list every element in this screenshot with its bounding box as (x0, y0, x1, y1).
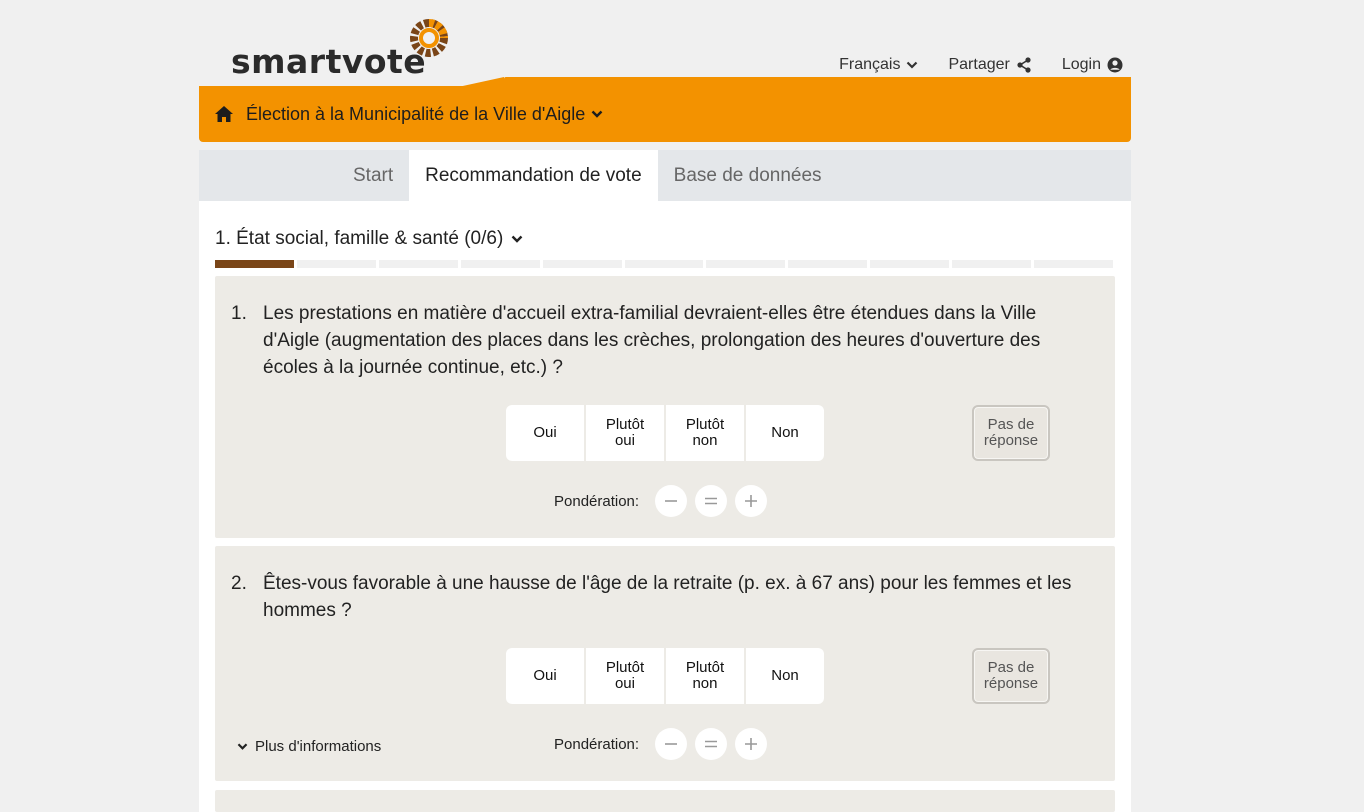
answer-rather-yes-button[interactable]: Plutôt oui (586, 648, 666, 704)
weighting-label: Pondération: (554, 492, 640, 510)
section-title: 1. État social, famille & santé (0/6) (215, 228, 504, 249)
question-card-2: 2. Êtes-vous favorable à une hausse de l… (215, 546, 1115, 781)
answer-yes-button[interactable]: Oui (506, 405, 586, 461)
tab-base-de-donnees[interactable]: Base de données (658, 150, 838, 201)
weight-plus-button[interactable] (735, 728, 768, 760)
tab-recommandation-de-vote[interactable]: Recommandation de vote (409, 150, 658, 201)
answer-options: Oui Plutôt oui Plutôt non Non (506, 648, 824, 704)
main-tabs: Start Recommandation de vote Base de don… (199, 150, 1131, 201)
share-label: Partager (948, 56, 1010, 73)
minus-icon (665, 743, 678, 745)
progress-segment[interactable] (378, 260, 458, 268)
answer-no-button[interactable]: Non (746, 648, 824, 704)
no-answer-button[interactable]: Pas de réponse (972, 648, 1050, 704)
share-button[interactable]: Partager (948, 56, 1031, 74)
answer-rather-no-button[interactable]: Plutôt non (666, 648, 746, 704)
question-number: 1. (231, 303, 247, 324)
progress-segment[interactable] (788, 260, 868, 268)
plus-icon (745, 495, 758, 507)
tab-start[interactable]: Start (337, 150, 409, 201)
progress-segment[interactable] (460, 260, 540, 268)
weighting-controls: Pondération: (554, 728, 768, 760)
progress-segment[interactable] (542, 260, 622, 268)
question-card-1: 1. Les prestations en matière d'accueil … (215, 276, 1115, 538)
equals-icon (705, 497, 718, 505)
weight-plus-button[interactable] (735, 485, 768, 517)
equals-icon (705, 740, 718, 748)
language-label: Français (839, 56, 901, 73)
chevron-down-icon (591, 109, 603, 119)
no-answer-label: Pas de réponse (983, 659, 1039, 692)
more-info-toggle[interactable]: Plus d'informations (237, 738, 381, 755)
weighting-label: Pondération: (554, 735, 640, 753)
progress-segment[interactable] (706, 260, 786, 268)
user-circle-icon (1107, 57, 1123, 73)
answer-rather-yes-button[interactable]: Plutôt oui (586, 405, 666, 461)
weight-equal-button[interactable] (695, 728, 728, 760)
chevron-down-icon (511, 235, 523, 243)
chevron-down-icon (237, 743, 248, 750)
answer-options: Oui Plutôt oui Plutôt non Non (506, 405, 824, 461)
home-icon[interactable] (214, 105, 234, 123)
weight-minus-button[interactable] (655, 728, 688, 760)
answer-label: Non (771, 424, 799, 441)
logo-ring-icon (410, 19, 448, 57)
page-container: smartvote Français Partager Login Électi… (199, 0, 1131, 812)
top-nav: Français Partager Login (839, 56, 1123, 74)
login-label: Login (1061, 56, 1101, 73)
section-selector[interactable]: 1. État social, famille & santé (0/6) (215, 228, 523, 250)
answer-rather-no-button[interactable]: Plutôt non (666, 405, 746, 461)
answer-label: Plutôt oui (605, 659, 645, 692)
weight-equal-button[interactable] (695, 485, 728, 517)
election-bar[interactable]: Élection à la Municipalité de la Ville d… (199, 86, 1131, 142)
weight-minus-button[interactable] (655, 485, 688, 517)
logo[interactable]: smartvote (231, 18, 448, 81)
question-number: 2. (231, 573, 247, 594)
more-info-label: Plus d'informations (255, 738, 382, 755)
answer-label: Non (771, 667, 799, 684)
login-button[interactable]: Login (1062, 56, 1123, 74)
answer-label: Plutôt oui (605, 416, 645, 449)
weighting-controls: Pondération: (554, 485, 768, 517)
chevron-down-icon (907, 61, 918, 69)
progress-segment[interactable] (624, 260, 704, 268)
main-content: 1. État social, famille & santé (0/6) 1.… (199, 201, 1131, 812)
election-title: Élection à la Municipalité de la Ville d… (246, 103, 586, 124)
share-icon (1017, 57, 1031, 73)
question-card-3 (215, 790, 1115, 812)
progress-segment[interactable] (215, 260, 294, 268)
plus-icon (745, 738, 758, 750)
language-selector[interactable]: Français (839, 56, 918, 74)
answer-yes-button[interactable]: Oui (506, 648, 586, 704)
progress-segment[interactable] (870, 260, 950, 268)
answer-label: Oui (533, 424, 557, 441)
progress-segment[interactable] (1034, 260, 1113, 268)
progress-segment[interactable] (952, 260, 1032, 268)
progress-segment[interactable] (296, 260, 376, 268)
no-answer-button[interactable]: Pas de réponse (972, 405, 1050, 461)
answer-label: Plutôt non (685, 416, 725, 449)
logo-text: smartvote (231, 42, 427, 81)
no-answer-label: Pas de réponse (983, 416, 1039, 449)
answer-label: Plutôt non (685, 659, 725, 692)
question-text: Êtes-vous favorable à une hausse de l'âg… (263, 573, 1072, 621)
answer-label: Oui (533, 667, 557, 684)
section-progress (215, 260, 1113, 268)
answer-no-button[interactable]: Non (746, 405, 824, 461)
question-text: Les prestations en matière d'accueil ext… (263, 303, 1041, 378)
minus-icon (665, 500, 678, 502)
